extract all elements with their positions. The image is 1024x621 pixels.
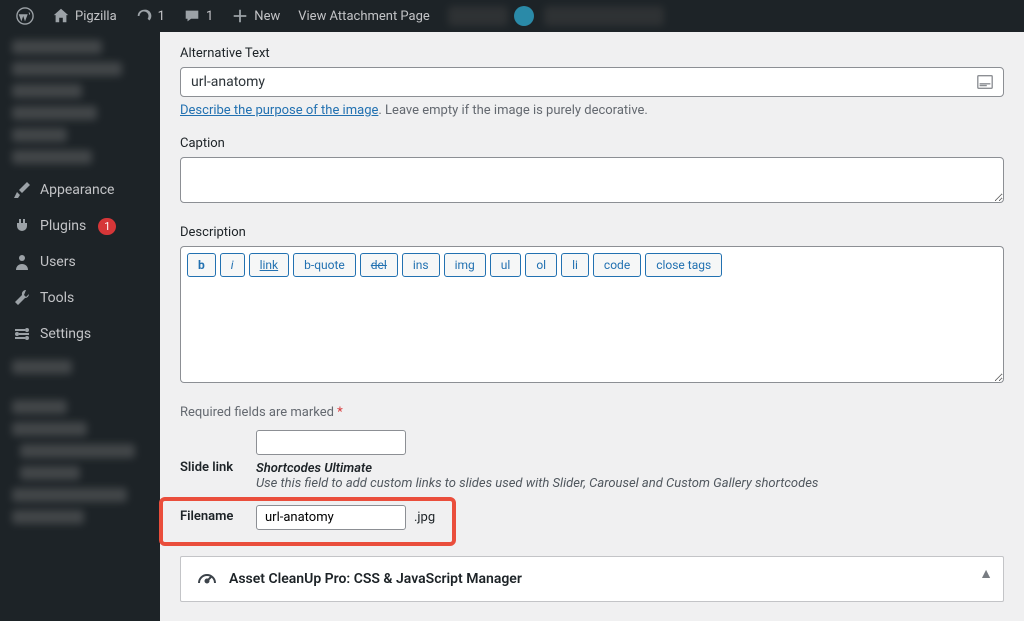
sidebar-item-appearance[interactable]: Appearance <box>0 172 160 208</box>
blurred-menu-item <box>12 360 72 374</box>
quicktags-toolbar: b i link b-quote del ins img ul ol li co… <box>187 253 997 277</box>
site-name[interactable]: Pigzilla <box>44 0 125 32</box>
blurred-menu-item <box>12 62 122 76</box>
blurred-menu-item <box>12 40 102 54</box>
blurred-menu-item <box>12 422 87 436</box>
comment-icon <box>183 7 201 25</box>
update-badge: 1 <box>98 218 116 235</box>
blurred-menu-item <box>12 106 97 120</box>
new-menu[interactable]: New <box>223 0 288 32</box>
blurred-menu-item <box>12 510 84 524</box>
sliders-icon <box>12 324 32 344</box>
qt-li[interactable]: li <box>561 253 589 277</box>
sidebar-item-users[interactable]: Users <box>0 244 160 280</box>
plug-icon <box>12 216 32 236</box>
home-icon <box>52 7 70 25</box>
qt-ul[interactable]: ul <box>490 253 522 277</box>
sidebar-item-settings[interactable]: Settings <box>0 316 160 352</box>
comments[interactable]: 1 <box>175 0 221 32</box>
blurred-menu-item <box>20 444 135 458</box>
wrench-icon <box>12 288 32 308</box>
view-attachment[interactable]: View Attachment Page <box>290 0 438 32</box>
qt-italic[interactable]: i <box>220 253 245 277</box>
blurred-menu-item <box>12 488 127 502</box>
required-note: Required fields are marked * <box>180 405 1004 420</box>
plus-icon <box>231 7 249 25</box>
alt-help-text: Describe the purpose of the image. Leave… <box>180 103 1004 118</box>
filename-input[interactable] <box>256 505 406 530</box>
updates[interactable]: 1 <box>127 0 173 32</box>
sidebar-item-label: Settings <box>40 326 91 342</box>
blurred-menu-item <box>12 400 67 414</box>
panel-title: Asset CleanUp Pro: CSS & JavaScript Mana… <box>229 571 522 587</box>
user-icon <box>12 252 32 272</box>
filename-label: Filename <box>180 505 240 524</box>
qt-link[interactable]: link <box>249 253 290 277</box>
qt-ol[interactable]: ol <box>525 253 557 277</box>
blurred-menu-item <box>12 150 92 164</box>
wp-logo[interactable] <box>8 0 42 32</box>
refresh-icon <box>135 7 153 25</box>
wordpress-icon <box>16 7 34 25</box>
alt-text-input[interactable] <box>180 67 1004 97</box>
qt-close[interactable]: close tags <box>645 253 722 277</box>
chevron-up-icon[interactable]: ▲ <box>979 565 993 582</box>
slide-help-desc: Use this field to add custom links to sl… <box>256 476 1004 491</box>
filename-ext: .jpg <box>414 510 435 525</box>
sidebar-item-label: Users <box>40 254 76 270</box>
blurred-menu-item <box>20 466 80 480</box>
qt-del[interactable]: del <box>360 253 398 277</box>
caption-input[interactable] <box>180 157 1004 203</box>
qt-img[interactable]: img <box>444 253 486 277</box>
brush-icon <box>12 180 32 200</box>
sidebar-item-label: Plugins <box>40 218 86 234</box>
slide-link-input[interactable] <box>256 430 406 455</box>
description-input[interactable] <box>180 283 1004 383</box>
slide-help-title: Shortcodes Ultimate <box>256 461 1004 476</box>
sidebar-item-tools[interactable]: Tools <box>0 280 160 316</box>
qt-bold[interactable]: b <box>187 253 216 277</box>
blurred-menu-item <box>12 84 82 98</box>
alt-text-label: Alternative Text <box>180 46 1004 61</box>
qt-code[interactable]: code <box>593 253 641 277</box>
alt-help-link[interactable]: Describe the purpose of the image <box>180 103 378 118</box>
slide-link-label: Slide link <box>180 430 240 475</box>
blurred-menu-item <box>12 128 67 142</box>
sidebar-item-plugins[interactable]: Plugins 1 <box>0 208 160 244</box>
asset-cleanup-panel[interactable]: Asset CleanUp Pro: CSS & JavaScript Mana… <box>180 556 1004 602</box>
avatar-icon <box>514 6 534 26</box>
qt-ins[interactable]: ins <box>402 253 440 277</box>
gauge-icon <box>195 567 219 591</box>
blurred-element <box>448 6 508 26</box>
caption-icon <box>976 73 994 91</box>
description-label: Description <box>180 225 1004 240</box>
blurred-element <box>544 6 664 26</box>
qt-bquote[interactable]: b-quote <box>293 253 356 277</box>
sidebar-item-label: Appearance <box>40 182 114 198</box>
caption-label: Caption <box>180 136 1004 151</box>
sidebar-item-label: Tools <box>40 290 74 306</box>
